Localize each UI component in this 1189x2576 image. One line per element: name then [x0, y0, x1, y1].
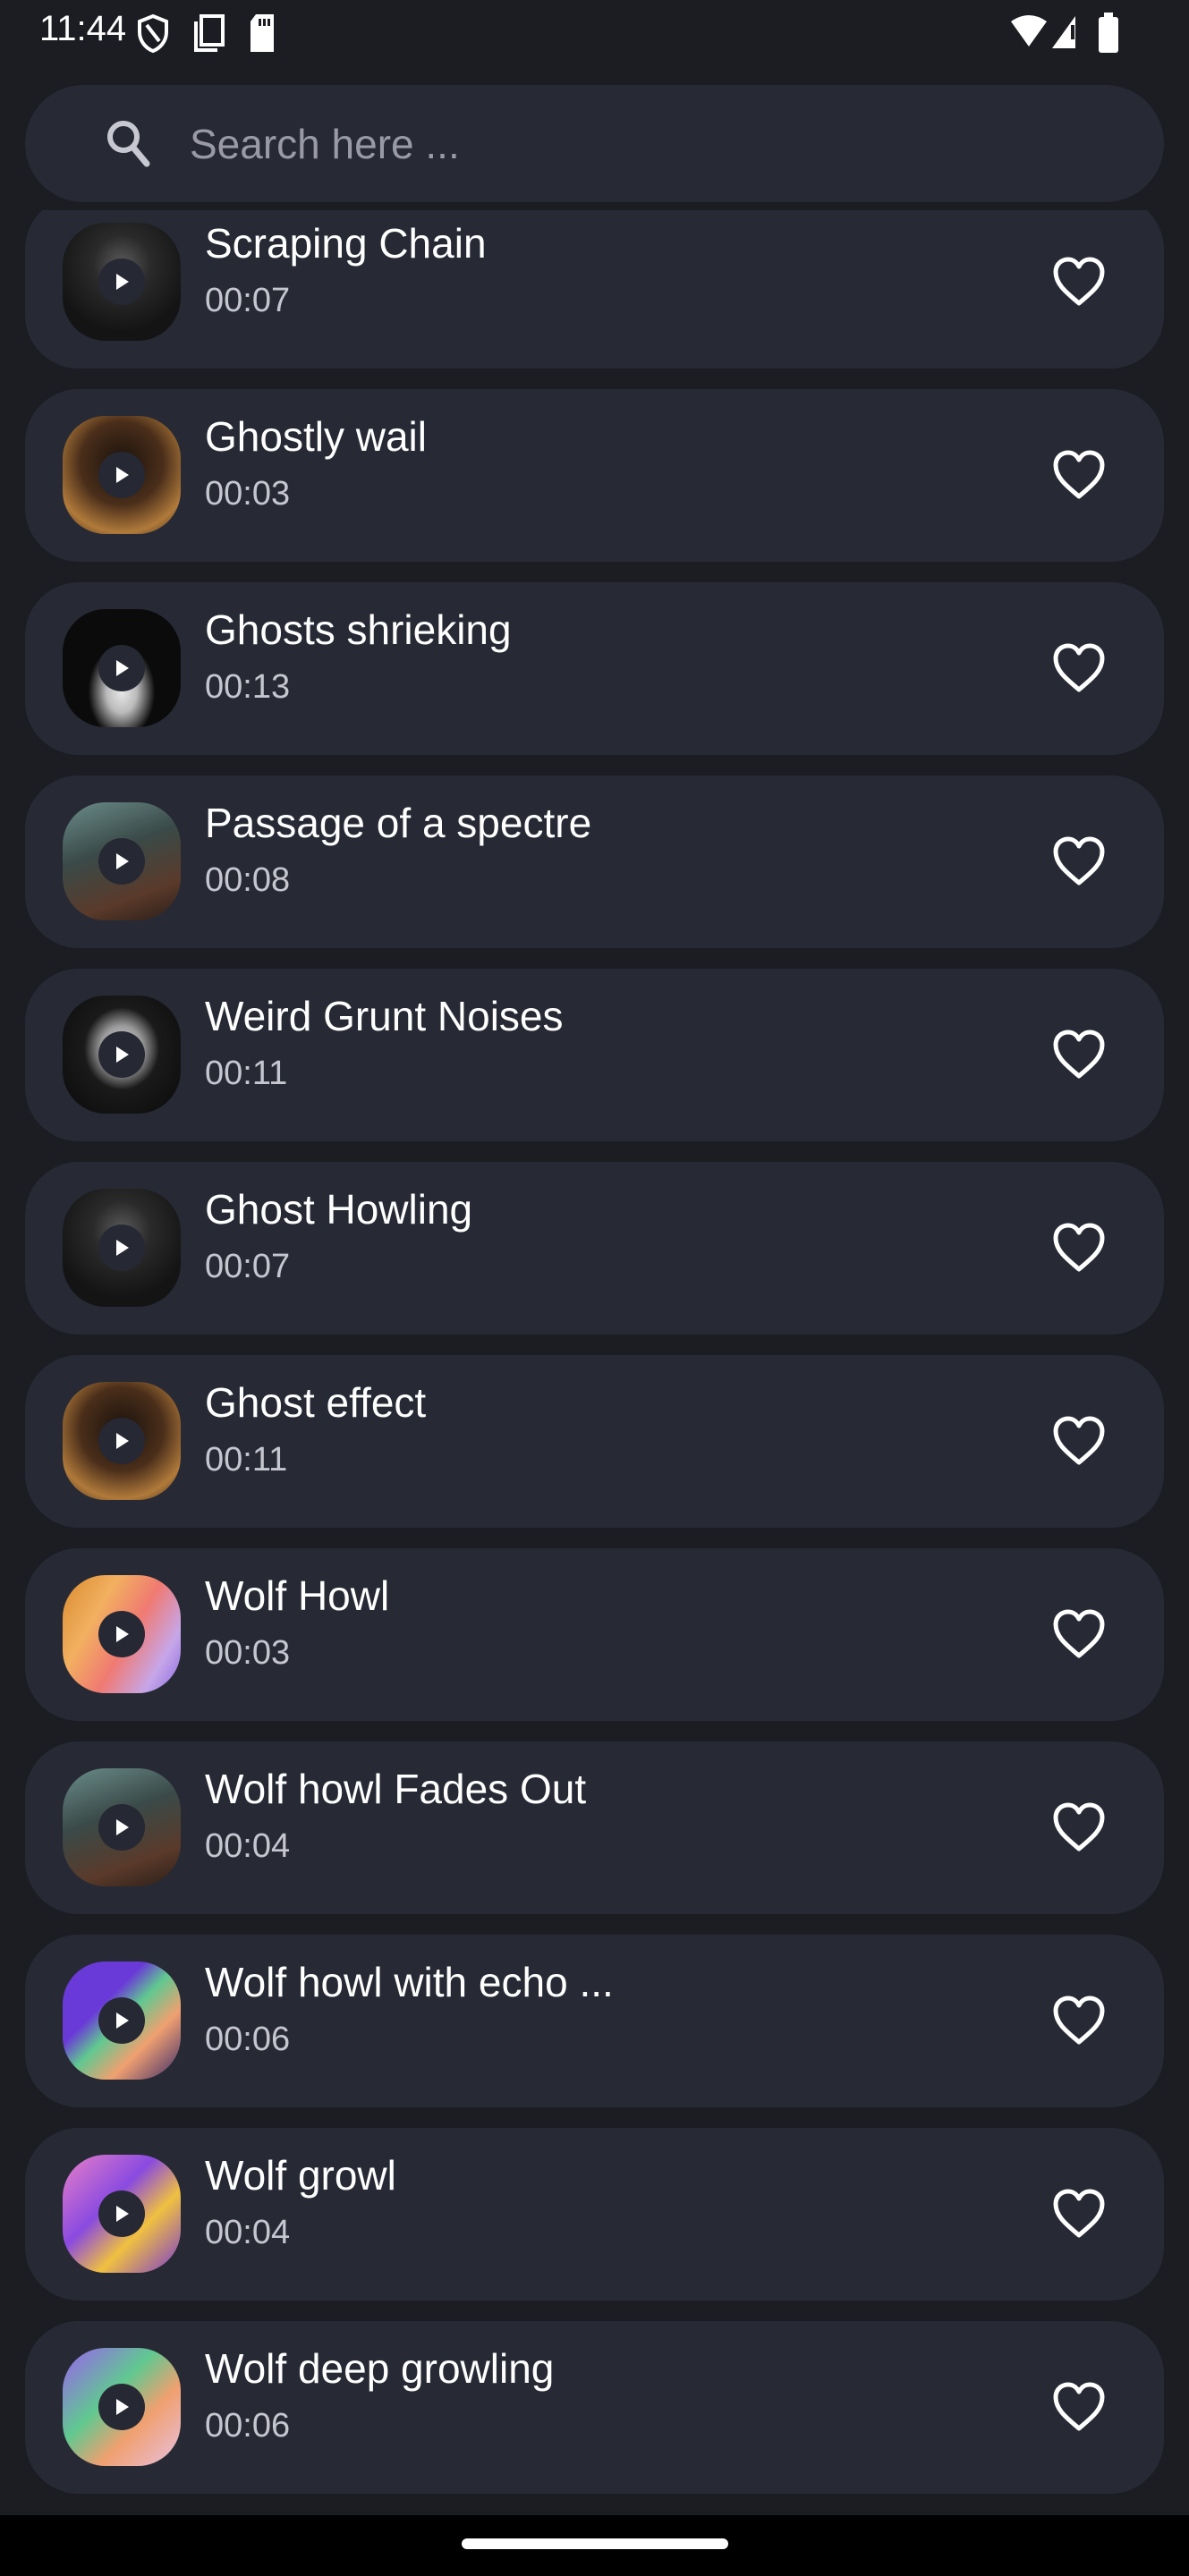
sound-list-item[interactable]: Wolf howl Fades Out 00:04	[25, 1741, 1164, 1914]
play-icon	[116, 2012, 129, 2029]
sound-duration: 00:07	[205, 282, 291, 319]
sound-thumbnail[interactable]	[63, 416, 181, 534]
sound-title: Ghosts shrieking	[205, 606, 512, 653]
sound-thumbnail[interactable]	[63, 2155, 181, 2273]
sound-thumbnail[interactable]	[63, 1382, 181, 1500]
play-button[interactable]	[98, 452, 145, 498]
sound-duration: 00:07	[205, 1248, 291, 1285]
sound-list-item[interactable]: Ghostly wail 00:03	[25, 389, 1164, 562]
sound-duration: 00:03	[205, 475, 291, 513]
navigation-bar	[0, 2515, 1189, 2576]
sound-duration: 00:06	[205, 2021, 291, 2058]
copy-icon	[194, 14, 225, 52]
sound-list-item[interactable]: Ghost effect 00:11	[25, 1355, 1164, 1528]
favorite-heart-icon[interactable]	[1050, 1028, 1108, 1081]
play-icon	[116, 1626, 129, 1642]
play-button[interactable]	[98, 1031, 145, 1078]
sound-title: Wolf howl Fades Out	[205, 1766, 587, 1812]
favorite-heart-icon[interactable]	[1050, 1607, 1108, 1661]
status-bar: 11:44	[0, 0, 1189, 72]
play-icon	[116, 660, 129, 676]
sound-thumbnail[interactable]	[63, 1575, 181, 1693]
favorite-heart-icon[interactable]	[1050, 1801, 1108, 1854]
play-icon	[116, 2206, 129, 2222]
sound-list-item[interactable]: Weird Grunt Noises 00:11	[25, 969, 1164, 1141]
sound-title: Weird Grunt Noises	[205, 993, 564, 1039]
sound-list[interactable]: Scraping Chain 00:07 Ghostly wail 00:03 …	[0, 210, 1189, 2515]
sound-list-item[interactable]: Wolf Howl 00:03	[25, 1548, 1164, 1721]
sound-thumbnail[interactable]	[63, 1768, 181, 1886]
sound-duration: 00:04	[205, 1827, 291, 1865]
favorite-heart-icon[interactable]	[1050, 1994, 1108, 2047]
sound-duration: 00:11	[205, 1055, 288, 1092]
play-icon	[116, 1433, 129, 1449]
shield-icon	[138, 13, 168, 54]
play-icon	[116, 274, 129, 290]
play-icon	[116, 467, 129, 483]
play-button[interactable]	[98, 1997, 145, 2044]
sound-duration: 00:03	[205, 1634, 291, 1672]
sound-title: Ghost effect	[205, 1379, 427, 1426]
play-button[interactable]	[98, 2384, 145, 2430]
sound-list-item[interactable]: Ghosts shrieking 00:13	[25, 582, 1164, 755]
play-button[interactable]	[98, 1804, 145, 1851]
home-handle[interactable]	[462, 2538, 728, 2549]
sound-list-item[interactable]: Passage of a spectre 00:08	[25, 775, 1164, 948]
status-time: 11:44	[39, 9, 127, 48]
sound-title: Wolf deep growling	[205, 2345, 555, 2392]
sound-thumbnail[interactable]	[63, 1189, 181, 1307]
sound-thumbnail[interactable]	[63, 1962, 181, 2080]
sound-list-item[interactable]: Scraping Chain 00:07	[25, 210, 1164, 369]
sound-title: Wolf howl with echo ...	[205, 1959, 614, 2005]
search-input[interactable]	[188, 112, 1086, 176]
play-button[interactable]	[98, 1224, 145, 1271]
favorite-heart-icon[interactable]	[1050, 1221, 1108, 1275]
sound-list-item[interactable]: Wolf growl 00:04	[25, 2128, 1164, 2301]
play-icon	[116, 853, 129, 869]
favorite-heart-icon[interactable]	[1050, 255, 1108, 309]
favorite-heart-icon[interactable]	[1050, 835, 1108, 888]
search-bar[interactable]	[25, 85, 1164, 202]
play-icon	[116, 1240, 129, 1256]
sound-duration: 00:06	[205, 2407, 291, 2445]
favorite-heart-icon[interactable]	[1050, 1414, 1108, 1468]
favorite-heart-icon[interactable]	[1050, 2380, 1108, 2434]
sound-thumbnail[interactable]	[63, 802, 181, 920]
sound-duration: 00:04	[205, 2214, 291, 2251]
sound-title: Scraping Chain	[205, 220, 487, 267]
sound-thumbnail[interactable]	[63, 2348, 181, 2466]
sound-duration: 00:13	[205, 668, 291, 706]
sound-thumbnail[interactable]	[63, 609, 181, 727]
signal-icon	[1052, 16, 1075, 48]
favorite-heart-icon[interactable]	[1050, 2187, 1108, 2241]
play-button[interactable]	[98, 258, 145, 305]
sound-title: Wolf growl	[205, 2152, 396, 2199]
sound-duration: 00:11	[205, 1441, 288, 1479]
sound-list-item[interactable]: Wolf howl with echo ... 00:06	[25, 1935, 1164, 2107]
favorite-heart-icon[interactable]	[1050, 448, 1108, 502]
play-button[interactable]	[98, 1418, 145, 1464]
play-button[interactable]	[98, 645, 145, 691]
play-icon	[116, 1046, 129, 1063]
sound-title: Wolf Howl	[205, 1572, 390, 1619]
sound-title: Ghost Howling	[205, 1186, 473, 1233]
sound-list-item[interactable]: Wolf deep growling 00:06	[25, 2321, 1164, 2494]
play-button[interactable]	[98, 838, 145, 885]
sound-title: Ghostly wail	[205, 413, 427, 460]
play-icon	[116, 1819, 129, 1835]
sound-thumbnail[interactable]	[63, 996, 181, 1114]
sd-card-icon	[251, 14, 274, 52]
wifi-icon	[1011, 15, 1047, 47]
battery-icon	[1099, 13, 1118, 53]
sound-title: Passage of a spectre	[205, 800, 592, 846]
play-icon	[116, 2399, 129, 2415]
sound-thumbnail[interactable]	[63, 223, 181, 341]
favorite-heart-icon[interactable]	[1050, 641, 1108, 695]
sound-duration: 00:08	[205, 861, 291, 899]
sound-list-item[interactable]: Ghost Howling 00:07	[25, 1162, 1164, 1335]
play-button[interactable]	[98, 1611, 145, 1657]
play-button[interactable]	[98, 2190, 145, 2237]
search-icon	[107, 121, 150, 167]
